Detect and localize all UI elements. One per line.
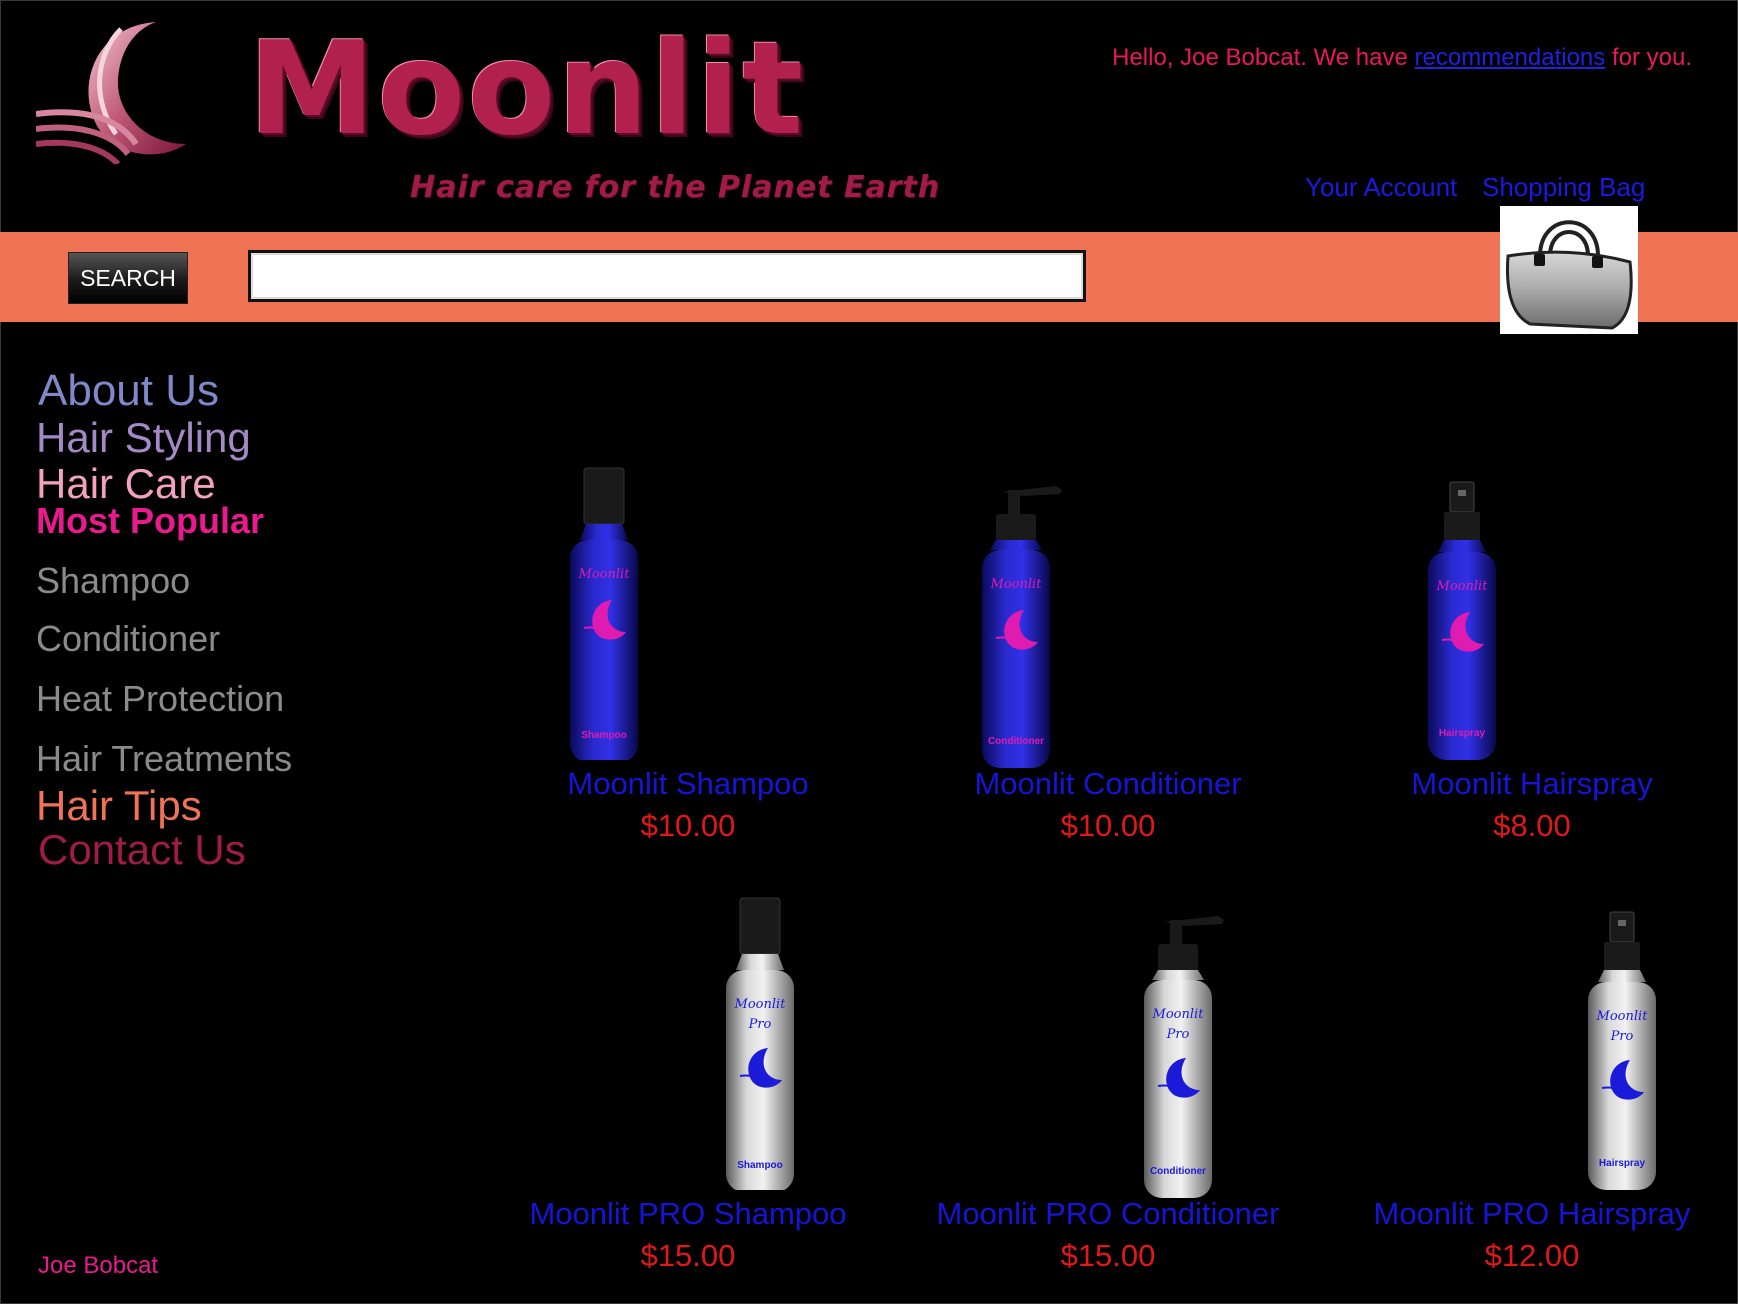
svg-text:Hairspray: Hairspray	[1439, 728, 1486, 739]
product-image[interactable]: Moonlit Conditioner	[946, 470, 1086, 770]
svg-text:Moonlit: Moonlit	[1596, 1009, 1649, 1024]
product-image[interactable]: Moonlit Pro Shampoo	[690, 890, 830, 1190]
svg-text:Shampoo: Shampoo	[737, 1160, 783, 1171]
search-button[interactable]: SEARCH	[68, 252, 188, 304]
sidebar-item-hair-tips[interactable]: Hair Tips	[36, 782, 202, 830]
product-card[interactable]: Moonlit Shampoo Moonlit Shampoo $10.00	[478, 460, 898, 860]
logged-in-user-name: Joe Bobcat	[38, 1252, 159, 1279]
your-account-link[interactable]: Your Account	[1305, 172, 1457, 203]
product-name[interactable]: Moonlit PRO Shampoo	[478, 1196, 898, 1232]
brand-name[interactable]: Moonlit	[248, 26, 805, 154]
sidebar-item-hair-treatments[interactable]: Hair Treatments	[36, 738, 292, 780]
product-card[interactable]: Moonlit Pro Shampoo Moonlit PRO Shampoo $…	[478, 890, 898, 1290]
sidebar-item-most-popular[interactable]: Most Popular	[36, 500, 264, 542]
product-image[interactable]: Moonlit Hairspray	[1392, 472, 1532, 772]
greeting-prefix: Hello, Joe Bobcat. We have	[1112, 44, 1415, 71]
moonlit-logo-icon[interactable]	[36, 14, 196, 164]
search-input[interactable]	[248, 250, 1086, 302]
product-image[interactable]: Moonlit Pro Conditioner	[1108, 900, 1248, 1200]
svg-text:Pro: Pro	[748, 1017, 772, 1032]
product-name[interactable]: Moonlit Shampoo	[478, 766, 898, 802]
svg-text:Moonlit: Moonlit	[1152, 1007, 1205, 1022]
greeting-suffix: for you.	[1605, 44, 1692, 71]
svg-text:Conditioner: Conditioner	[1150, 1166, 1206, 1177]
recommendations-link[interactable]: recommendations	[1415, 44, 1606, 71]
product-price: $8.00	[1493, 808, 1571, 843]
product-name[interactable]: Moonlit Conditioner	[898, 766, 1318, 802]
svg-text:Moonlit: Moonlit	[578, 567, 631, 582]
shopping-bag-link[interactable]: Shopping Bag	[1482, 172, 1645, 203]
product-card[interactable]: Moonlit Pro Conditioner Moonlit PRO Condi…	[898, 890, 1318, 1290]
product-name[interactable]: Moonlit PRO Hairspray	[1322, 1196, 1738, 1232]
svg-text:Moonlit: Moonlit	[1436, 579, 1489, 594]
product-image[interactable]: Moonlit Shampoo	[534, 460, 674, 760]
product-price: $10.00	[1060, 808, 1156, 843]
svg-text:Moonlit: Moonlit	[990, 577, 1043, 592]
sidebar-item-hair-styling[interactable]: Hair Styling	[36, 414, 251, 462]
greeting-message: Hello, Joe Bobcat. We have recommendatio…	[1112, 44, 1692, 72]
svg-text:Hairspray: Hairspray	[1599, 1158, 1646, 1169]
svg-text:Shampoo: Shampoo	[581, 730, 627, 741]
sidebar-item-shampoo[interactable]: Shampoo	[36, 560, 190, 602]
shopping-bag-button[interactable]	[1500, 206, 1638, 334]
svg-text:Conditioner: Conditioner	[988, 736, 1044, 747]
product-card[interactable]: Moonlit Conditioner Moonlit Conditioner …	[898, 460, 1318, 860]
product-price: $10.00	[640, 808, 736, 843]
sidebar-item-heat-protection[interactable]: Heat Protection	[36, 678, 284, 720]
svg-text:Moonlit: Moonlit	[734, 997, 787, 1012]
sidebar-item-about-us[interactable]: About Us	[38, 366, 219, 416]
product-name[interactable]: Moonlit Hairspray	[1322, 766, 1738, 802]
product-image[interactable]: Moonlit Pro Hairspray	[1552, 902, 1692, 1202]
product-name[interactable]: Moonlit PRO Conditioner	[898, 1196, 1318, 1232]
svg-text:Pro: Pro	[1610, 1029, 1634, 1044]
shopping-bag-icon	[1505, 220, 1633, 330]
product-card[interactable]: Moonlit Hairspray Moonlit Hairspray $8.0…	[1322, 460, 1738, 860]
svg-text:Pro: Pro	[1166, 1027, 1190, 1042]
sidebar-item-contact-us[interactable]: Contact Us	[38, 826, 246, 874]
product-price: $15.00	[640, 1238, 736, 1273]
product-price: $15.00	[1060, 1238, 1156, 1273]
product-price: $12.00	[1484, 1238, 1580, 1273]
product-card[interactable]: Moonlit Pro Hairspray Moonlit PRO Hairspr…	[1322, 890, 1738, 1290]
brand-tagline: Hair care for the Planet Earth	[410, 170, 941, 205]
sidebar-item-conditioner[interactable]: Conditioner	[36, 618, 220, 660]
